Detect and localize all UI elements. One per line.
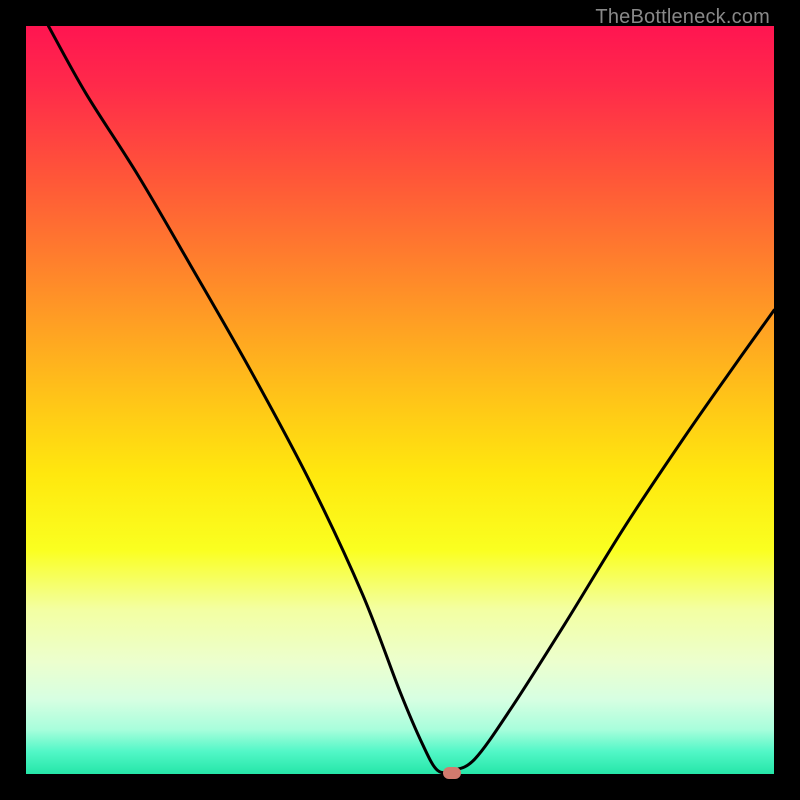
plot-area (26, 26, 774, 774)
chart-container: TheBottleneck.com (0, 0, 800, 800)
bottleneck-marker (443, 767, 461, 779)
